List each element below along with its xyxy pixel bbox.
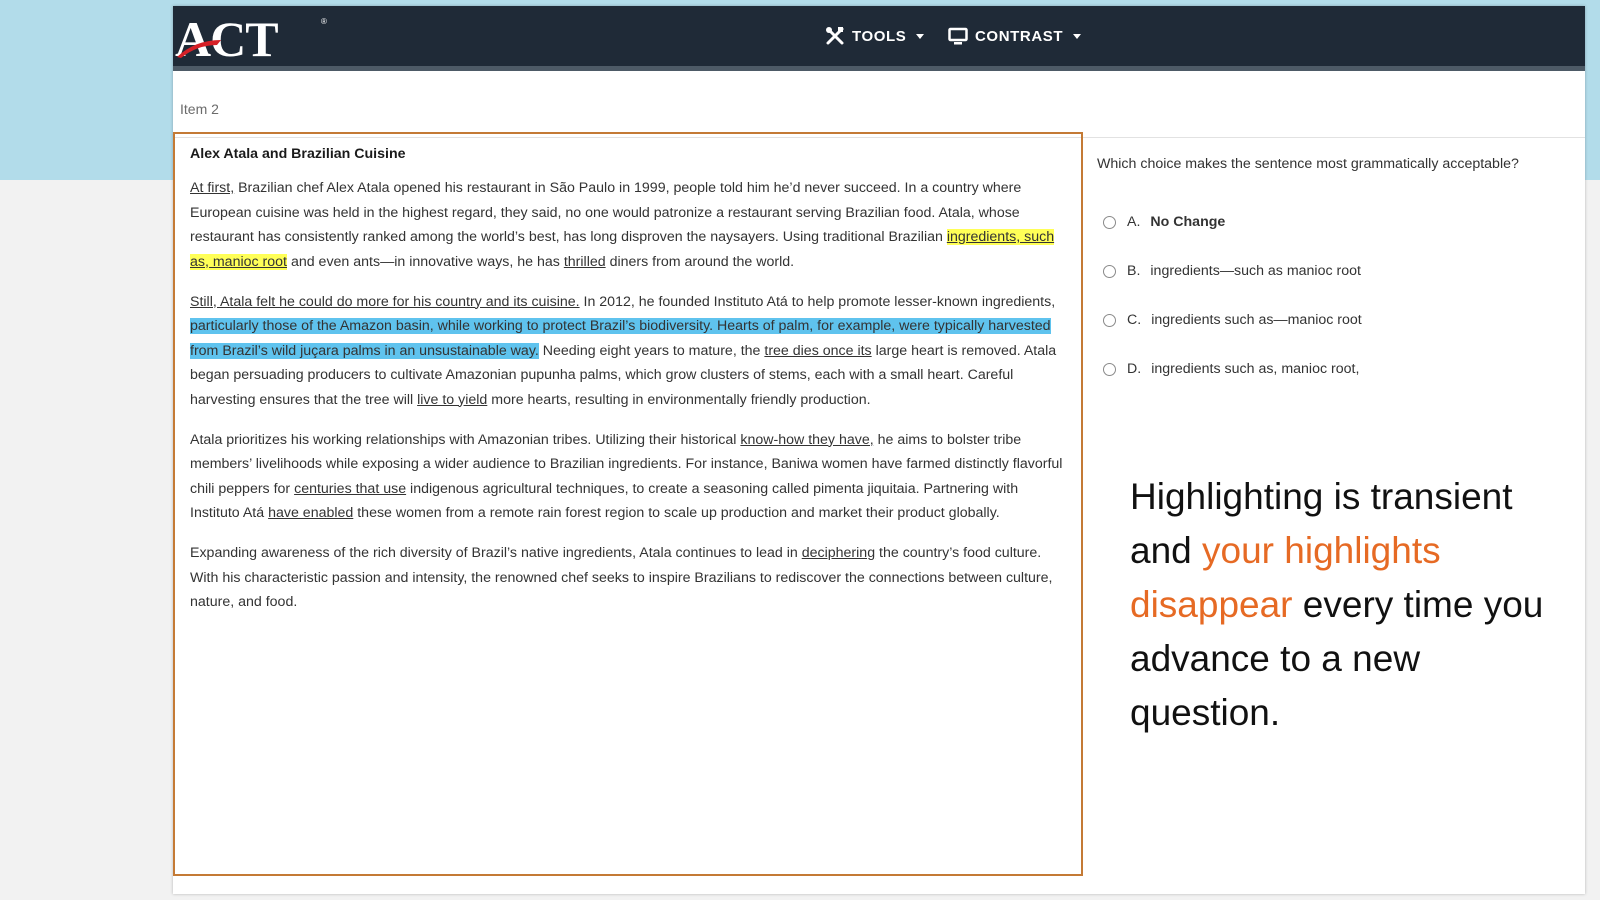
svg-text:ACT: ACT [175, 11, 278, 62]
passage-text-run: Atala prioritizes his working relationsh… [190, 431, 741, 448]
item-number-label: Item 2 [180, 101, 219, 117]
monitor-icon [948, 26, 968, 46]
tools-icon [825, 26, 845, 46]
test-window: ACT ® TOOLS CONTRAST Item 2 Alex Atala a… [173, 6, 1585, 894]
passage-title: Alex Atala and Brazilian Cuisine [190, 146, 406, 162]
choice-letter: D. [1127, 361, 1142, 377]
annotation-caption: Highlighting is transient and your highl… [1130, 470, 1570, 740]
passage-text-run: Expanding awareness of the rich diversit… [190, 545, 802, 561]
underlined-phrase[interactable]: deciphering [802, 545, 875, 561]
passage-text-run: Needing eight years to mature, the [538, 342, 765, 359]
choice-text: ingredients such as—manioc root [1151, 312, 1362, 328]
underlined-phrase[interactable]: thrilled [564, 254, 606, 270]
underlined-phrase[interactable]: At first, [190, 180, 234, 196]
passage-text-run: and even ants—in innovative ways, he has [287, 253, 564, 270]
passage-text-run: more hearts, resulting in environmentall… [487, 391, 871, 408]
top-navigation-bar: ACT ® TOOLS CONTRAST [173, 6, 1585, 71]
underlined-phrase[interactable]: live to yield [417, 392, 487, 408]
choice-letter: A. [1127, 214, 1141, 230]
answer-choice-d[interactable]: D. ingredients such as, manioc root, [1103, 361, 1359, 377]
underlined-phrase[interactable]: Still, Atala felt he could do more for h… [190, 294, 580, 310]
passage-text-run: Brazilian chef Alex Atala opened his res… [190, 180, 1022, 245]
choice-text: ingredients—such as manioc root [1150, 263, 1361, 279]
answer-choice-a[interactable]: A. No Change [1103, 214, 1225, 230]
chevron-down-icon [1073, 33, 1082, 39]
passage-panel: Alex Atala and Brazilian Cuisine At firs… [173, 132, 1083, 876]
question-prompt: Which choice makes the sentence most gra… [1097, 156, 1519, 172]
choice-text: No Change [1150, 214, 1226, 230]
tools-menu-button[interactable]: TOOLS [825, 24, 925, 48]
radio-button[interactable] [1103, 215, 1116, 229]
passage-text-run: these women from a remote rain forest re… [353, 505, 1000, 521]
passage-paragraph-2: Still, Atala felt he could do more for h… [190, 290, 1064, 413]
radio-button[interactable] [1103, 362, 1116, 376]
answer-choice-c[interactable]: C. ingredients such as—manioc root [1103, 312, 1362, 328]
chevron-down-icon [916, 33, 925, 39]
radio-button[interactable] [1103, 313, 1116, 327]
svg-text:®: ® [321, 17, 327, 26]
passage-paragraph-4: Expanding awareness of the rich diversit… [190, 541, 1064, 615]
radio-button[interactable] [1103, 264, 1116, 278]
underlined-phrase[interactable]: have enabled [268, 505, 353, 521]
underlined-phrase[interactable]: centuries that use [294, 481, 406, 497]
passage-text-run: diners from around the world. [605, 253, 795, 270]
choice-letter: C. [1127, 312, 1142, 328]
tools-label: TOOLS [852, 27, 907, 45]
passage-text: Alex Atala and Brazilian Cuisine At firs… [190, 146, 1064, 630]
underlined-phrase[interactable]: tree dies once its [764, 343, 871, 359]
passage-text-run: In 2012, he founded Instituto Atá to hel… [579, 293, 1056, 310]
act-logo: ACT ® [175, 11, 327, 62]
choice-letter: B. [1127, 263, 1141, 279]
underlined-phrase[interactable]: know-how they have, [740, 432, 873, 448]
contrast-label: CONTRAST [975, 27, 1064, 45]
item-bar: Item 2 [173, 71, 1585, 138]
passage-paragraph-3: Atala prioritizes his working relationsh… [190, 428, 1064, 526]
choice-text: ingredients such as, manioc root, [1151, 361, 1360, 377]
contrast-menu-button[interactable]: CONTRAST [948, 24, 1082, 48]
answer-choice-b[interactable]: B. ingredients—such as manioc root [1103, 263, 1361, 279]
passage-paragraph-1: At first, Brazilian chef Alex Atala open… [190, 176, 1064, 274]
